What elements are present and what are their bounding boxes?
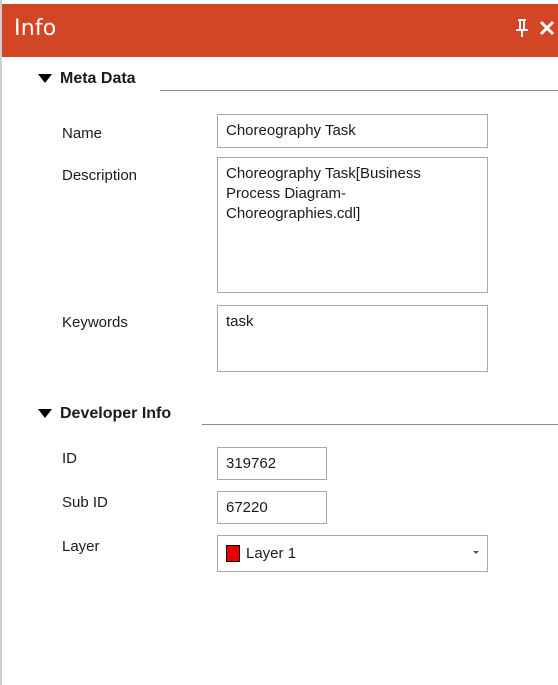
layer-select-value: Layer 1 [246, 545, 297, 562]
meta-data-divider [160, 90, 558, 91]
name-label: Name [62, 125, 103, 142]
keywords-field[interactable]: task [217, 305, 488, 372]
meta-data-header[interactable]: Meta Data [38, 70, 136, 88]
developer-info-header[interactable]: Developer Info [38, 405, 171, 423]
developer-info-divider [202, 424, 558, 425]
panel-titlebar: Info [2, 4, 558, 57]
sub-id-field[interactable]: 67220 [217, 491, 327, 524]
description-label: Description [62, 167, 138, 184]
close-icon[interactable] [537, 16, 557, 40]
collapse-triangle-icon [38, 409, 52, 418]
info-panel: Info Meta Data Name Choreography Task De… [0, 0, 558, 685]
developer-info-title: Developer Info [60, 405, 172, 422]
sub-id-label: Sub ID [62, 494, 108, 511]
id-field[interactable]: 319762 [217, 447, 327, 480]
name-field[interactable]: Choreography Task [217, 114, 488, 148]
id-label: ID [62, 450, 77, 467]
layer-color-swatch [226, 545, 240, 562]
pin-icon[interactable] [512, 16, 532, 40]
layer-label: Layer [62, 538, 100, 555]
keywords-label: Keywords [62, 314, 128, 331]
meta-data-title: Meta Data [60, 70, 136, 87]
panel-title: Info [14, 16, 57, 41]
layer-select[interactable]: Layer 1 [217, 535, 488, 572]
description-field[interactable]: Choreography Task[Business Process Diagr… [217, 157, 488, 293]
collapse-triangle-icon [38, 74, 52, 83]
chevron-down-icon [473, 551, 479, 554]
